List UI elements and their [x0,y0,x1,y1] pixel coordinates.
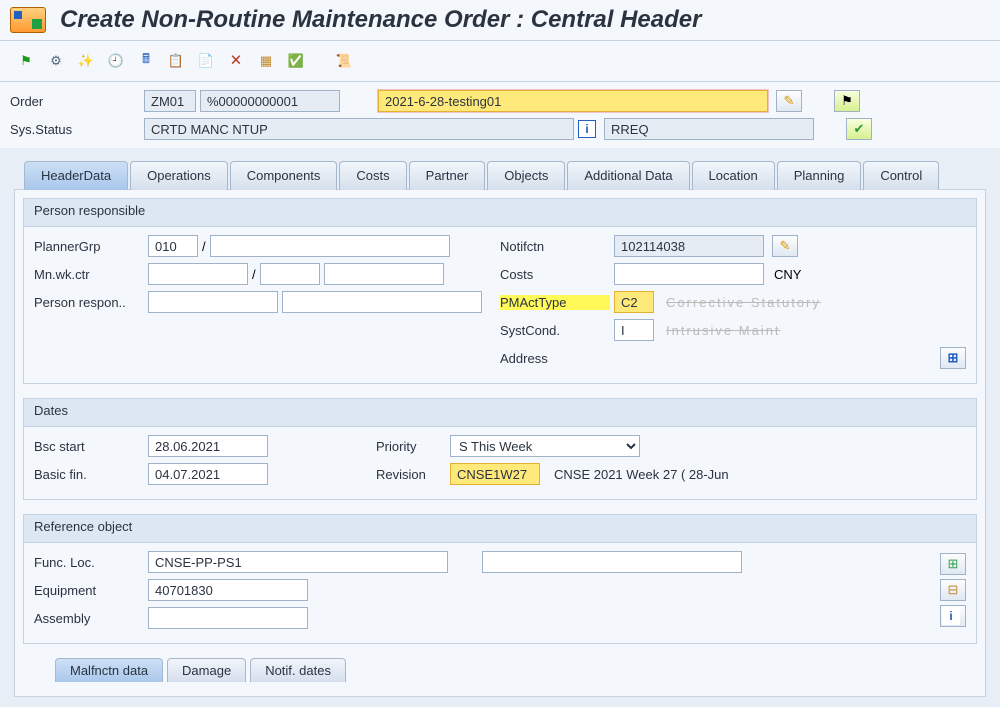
order-number-input[interactable] [200,90,340,112]
tab-operations[interactable]: Operations [130,161,228,190]
priority-label: Priority [376,439,446,454]
notifctn-label: Notifctn [500,239,610,254]
tab-location[interactable]: Location [692,161,775,190]
priority-select[interactable]: S This Week [450,435,640,457]
plannergrp-sep: / [202,239,206,254]
sub-tabs: Malfnctn data Damage Notif. dates [55,658,985,682]
flag-green-icon[interactable]: ✔ [846,118,872,140]
main-tabs: HeaderData Operations Components Costs P… [24,160,1000,189]
mnwkctr-sep: / [252,267,256,282]
tab-costs[interactable]: Costs [339,161,406,190]
dates-group: Dates Bsc start Priority S This Week Bas… [23,398,977,500]
structure-info-icon[interactable]: i [940,605,966,627]
address-expand-icon[interactable]: ⊞ [940,347,966,369]
tab-headerdata[interactable]: HeaderData [24,161,128,190]
equipment-input[interactable] [148,579,308,601]
person-responsible-title: Person responsible [24,199,976,227]
tab-partner[interactable]: Partner [409,161,486,190]
title-bar: Create Non-Routine Maintenance Order : C… [0,0,1000,41]
order-label: Order [10,94,140,109]
bsc-start-label: Bsc start [34,439,144,454]
order-search-icon[interactable]: ✎ [776,90,802,112]
plannergrp-label: PlannerGrp [34,239,144,254]
table-icon[interactable]: ▦ [254,49,278,73]
calculate-icon[interactable]: 🖩 [134,49,158,73]
tab-control[interactable]: Control [863,161,939,190]
info-icon[interactable]: i [578,120,596,138]
structure-tree-icon[interactable]: ⊞ [940,553,966,575]
currency-label: CNY [774,267,801,282]
person-responsible-group: Person responsible PlannerGrp / Mn.wk.ct… [23,198,977,384]
clipboard-icon[interactable]: 📋 [164,49,188,73]
dates-title: Dates [24,399,976,427]
services-icon[interactable]: 📜 [332,49,356,73]
settings-icon[interactable]: ⚙ [44,49,68,73]
wizard-icon[interactable]: ✨ [74,49,98,73]
person-respon-name-input[interactable] [282,291,482,313]
reference-object-title: Reference object [24,515,976,543]
notifctn-input[interactable] [614,235,764,257]
subtab-malfnctn-data[interactable]: Malfnctn data [55,658,163,682]
tab-objects[interactable]: Objects [487,161,565,190]
func-loc-input[interactable] [148,551,448,573]
document-icon[interactable]: 📄 [194,49,218,73]
revision-desc: CNSE 2021 Week 27 ( 28-Jun [554,467,729,482]
approve-icon[interactable]: ✅ [284,49,308,73]
mnwkctr-desc-input[interactable] [324,263,444,285]
order-description-input[interactable] [378,90,768,112]
notifctn-edit-icon[interactable]: ✎ [772,235,798,257]
equipment-label: Equipment [34,583,144,598]
release-icon[interactable]: ⚑ [14,49,38,73]
func-loc-label: Func. Loc. [34,555,144,570]
pmacttype-desc: Corrective Statutory [666,295,821,310]
tab-components[interactable]: Components [230,161,338,190]
assembly-label: Assembly [34,611,144,626]
revision-input[interactable] [450,463,540,485]
mnwkctr-input[interactable] [148,263,248,285]
basic-fin-input[interactable] [148,463,268,485]
page-title: Create Non-Routine Maintenance Order : C… [60,6,701,34]
app-toolbar: ⚑ ⚙ ✨ 🕘 🖩 📋 📄 🗙 ▦ ✅ 📜 [0,41,1000,82]
pmacttype-label: PMActType [500,295,610,310]
mnwkctr-plant-input[interactable] [260,263,320,285]
address-label: Address [500,351,610,366]
tab-planning[interactable]: Planning [777,161,862,190]
structure-list-icon[interactable]: ⊟ [940,579,966,601]
person-respon-label: Person respon.. [34,295,144,310]
sys-status-label: Sys.Status [10,122,140,137]
systcond-label: SystCond. [500,323,610,338]
assembly-input[interactable] [148,607,308,629]
plannergrp-desc-input[interactable] [210,235,450,257]
systcond-desc: Intrusive Maint [666,323,781,338]
subtab-damage[interactable]: Damage [167,658,246,682]
bsc-start-input[interactable] [148,435,268,457]
person-respon-input[interactable] [148,291,278,313]
subtab-notif-dates[interactable]: Notif. dates [250,658,346,682]
costs-label: Costs [500,267,610,282]
order-type-input[interactable] [144,90,196,112]
func-loc-desc-input[interactable] [482,551,742,573]
reference-object-group: Reference object Func. Loc. Equipment As… [23,514,977,644]
sys-status2-input [604,118,814,140]
plannergrp-input[interactable] [148,235,198,257]
schedule-icon[interactable]: 🕘 [104,49,128,73]
sys-status-input [144,118,574,140]
mnwkctr-label: Mn.wk.ctr [34,267,144,282]
cancel-doc-icon[interactable]: 🗙 [224,49,248,73]
header-fields: Order ✎ ⚑ Sys.Status i ✔ [0,82,1000,148]
pmacttype-input[interactable] [614,291,654,313]
basic-fin-label: Basic fin. [34,467,144,482]
app-icon [10,7,46,33]
header-data-panel: Person responsible PlannerGrp / Mn.wk.ct… [14,189,986,697]
flag-yellow-icon[interactable]: ⚑ [834,90,860,112]
revision-label: Revision [376,467,446,482]
tab-additional-data[interactable]: Additional Data [567,161,689,190]
costs-input[interactable] [614,263,764,285]
systcond-input[interactable] [614,319,654,341]
